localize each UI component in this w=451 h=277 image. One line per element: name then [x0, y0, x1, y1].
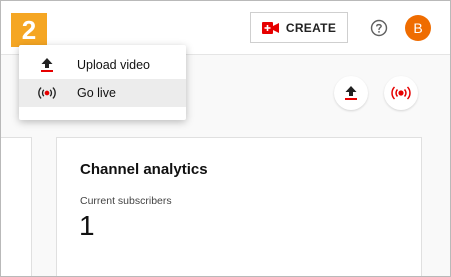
live-broadcast-icon: [391, 86, 411, 100]
upload-icon: [345, 86, 357, 100]
go-live-button[interactable]: [384, 76, 418, 110]
subscribers-label: Current subscribers: [80, 195, 172, 207]
video-plus-icon: [261, 21, 280, 34]
create-menu: Upload video Go live: [19, 45, 186, 120]
menu-item-label: Go live: [77, 86, 116, 100]
upload-button[interactable]: [334, 76, 368, 110]
help-icon[interactable]: [370, 19, 388, 37]
create-label: CREATE: [285, 20, 337, 35]
left-card: [1, 137, 32, 276]
menu-item-go-live[interactable]: Go live: [19, 79, 186, 107]
screen: 2 CREATE B Channel analytics Current sub…: [0, 0, 451, 277]
step-badge: 2: [11, 13, 47, 47]
menu-item-label: Upload video: [77, 58, 150, 72]
subscribers-count: 1: [79, 210, 95, 241]
avatar[interactable]: B: [405, 15, 431, 41]
create-button[interactable]: CREATE: [250, 12, 348, 43]
menu-item-upload-video[interactable]: Upload video: [19, 51, 186, 79]
live-broadcast-icon: [37, 86, 57, 100]
card-title: Channel analytics: [80, 161, 208, 178]
channel-analytics-card: Channel analytics Current subscribers 1: [56, 137, 422, 276]
upload-icon: [37, 57, 57, 73]
